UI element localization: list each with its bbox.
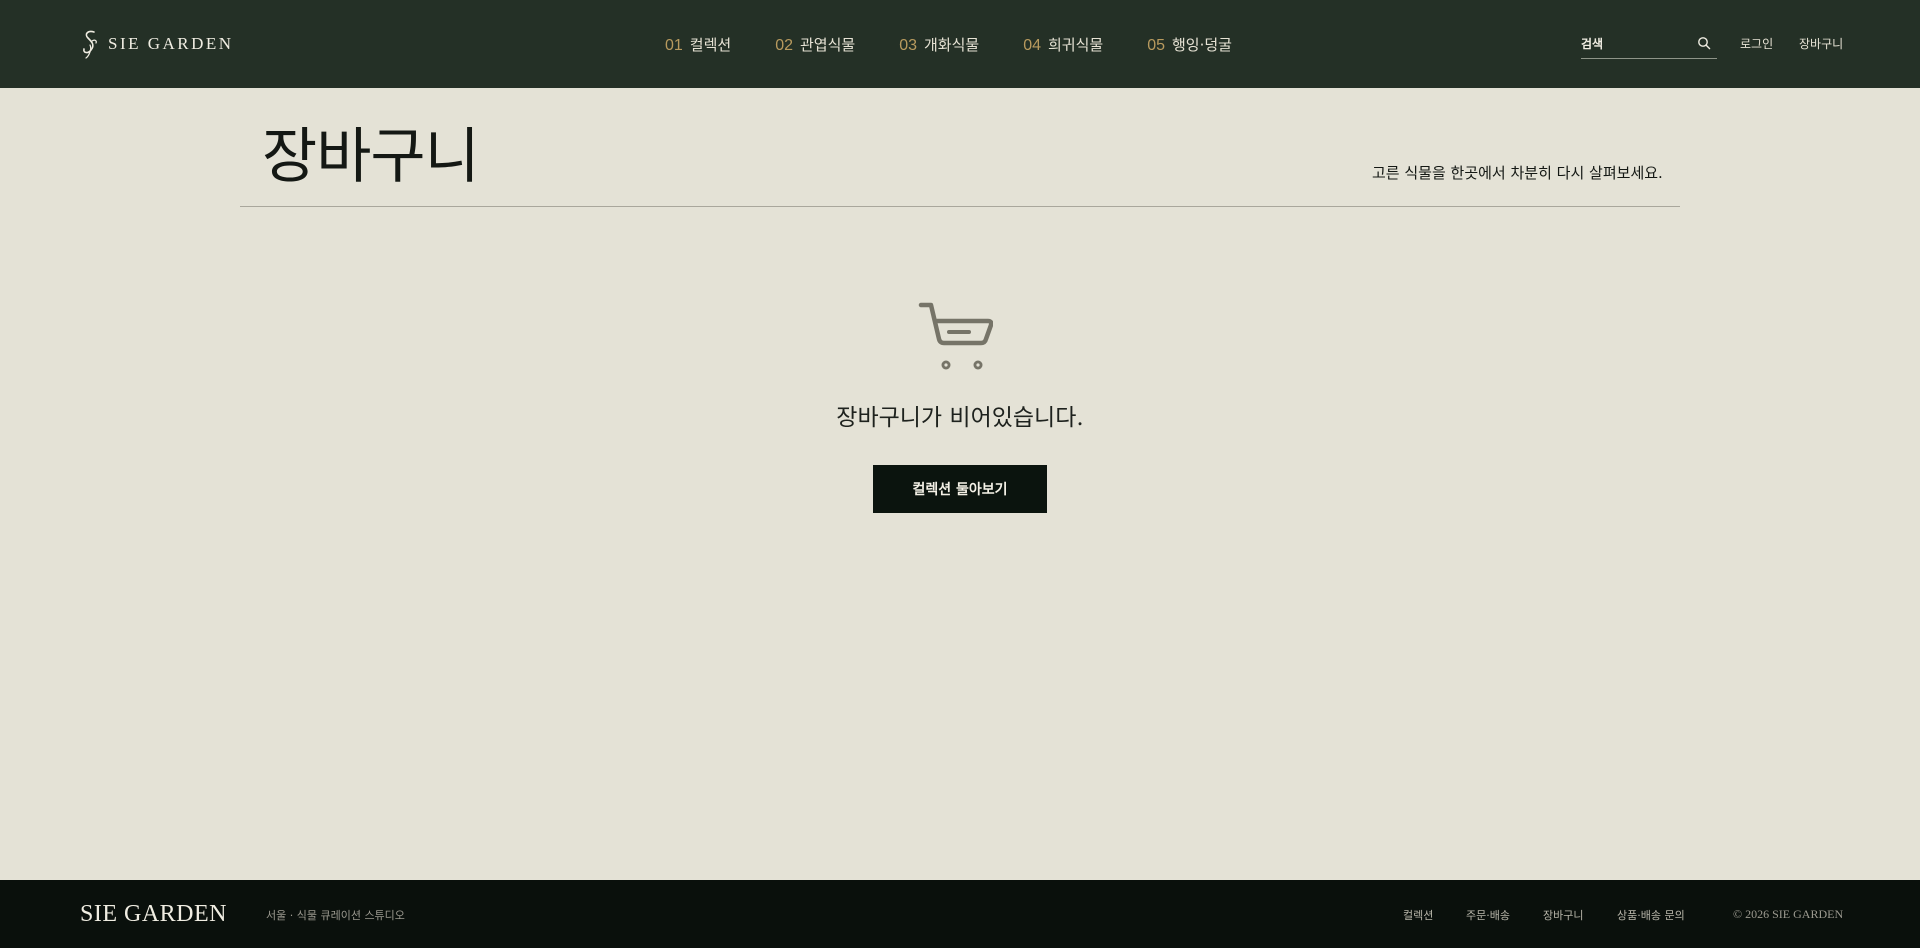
- logo-text: SIE GARDEN: [108, 34, 234, 53]
- nav-item-collection[interactable]: 01 컬렉션: [665, 34, 731, 55]
- title-divider: [240, 206, 1680, 207]
- nav-item-rare[interactable]: 04 희귀식물: [1023, 34, 1103, 55]
- login-link[interactable]: 로그인: [1740, 35, 1773, 52]
- search-input[interactable]: [1581, 37, 1691, 51]
- footer-tagline: 서울 · 식물 큐레이션 스튜디오: [266, 909, 405, 922]
- nav-number: 04: [1023, 36, 1041, 54]
- search-box: [1581, 30, 1717, 59]
- footer-link-shipping[interactable]: 주문·배송: [1466, 907, 1510, 923]
- footer-copyright: © 2026 SIE GARDEN: [1733, 907, 1844, 921]
- site-header: SIE GARDEN 01 컬렉션 02 관엽식물 03 개화식물 04 희귀식…: [0, 0, 1920, 88]
- nav-number: 05: [1147, 36, 1165, 54]
- nav-label: 행잉·덩굴: [1172, 35, 1232, 54]
- footer-logo[interactable]: SIE GARDEN: [80, 901, 227, 928]
- nav-number: 03: [899, 36, 917, 54]
- main-nav: 01 컬렉션 02 관엽식물 03 개화식물 04 희귀식물 05 행잉·덩굴: [665, 30, 1232, 58]
- page-subtitle: 고른 식물을 한곳에서 차분히 다시 살펴보세요.: [1372, 164, 1663, 182]
- site-footer: SIE GARDEN 서울 · 식물 큐레이션 스튜디오 컬렉션 주문·배송 장…: [0, 880, 1920, 948]
- cart-icon: [918, 302, 993, 370]
- nav-label: 개화식물: [924, 35, 980, 54]
- site-logo[interactable]: SIE GARDEN: [80, 28, 234, 60]
- nav-label: 관엽식물: [800, 35, 856, 54]
- nav-item-hanging[interactable]: 05 행잉·덩굴: [1147, 34, 1232, 55]
- nav-label: 컬렉션: [689, 35, 732, 54]
- footer-link-inquiry[interactable]: 상품·배송 문의: [1617, 907, 1685, 923]
- search-icon[interactable]: [1697, 36, 1711, 50]
- nav-number: 02: [775, 36, 793, 54]
- nav-number: 01: [665, 36, 683, 54]
- cart-link[interactable]: 장바구니: [1799, 35, 1843, 52]
- nav-label: 희귀식물: [1048, 35, 1104, 54]
- nav-item-flowering[interactable]: 03 개화식물: [899, 34, 979, 55]
- empty-cart-message: 장바구니가 비어있습니다.: [836, 405, 1084, 431]
- browse-collection-button[interactable]: 컬렉션 둘아보기: [873, 465, 1047, 513]
- logo-mark-icon: [83, 30, 97, 59]
- footer-link-cart[interactable]: 장바구니: [1543, 907, 1583, 923]
- page-title: 장바구니: [262, 122, 480, 192]
- nav-item-foliage[interactable]: 02 관엽식물: [775, 34, 855, 55]
- footer-link-collection[interactable]: 컬렉션: [1403, 907, 1433, 923]
